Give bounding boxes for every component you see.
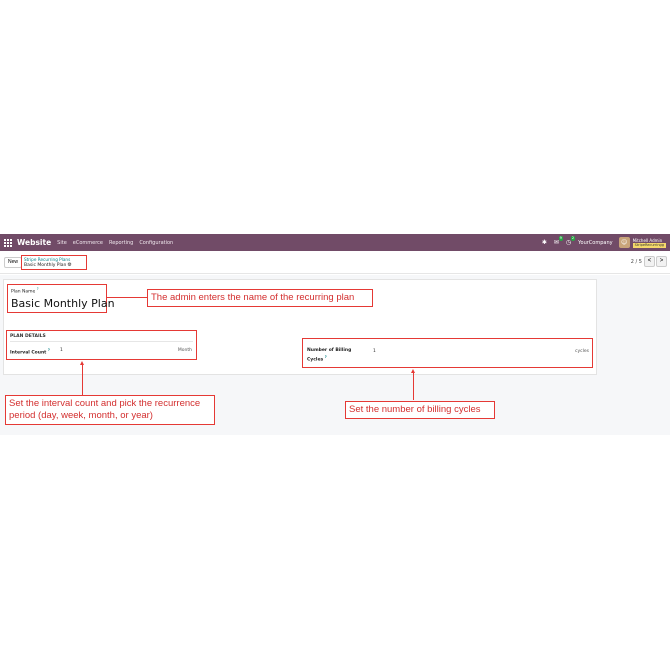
interval-count-input[interactable]: 1 <box>60 348 63 353</box>
arrow-up-icon <box>80 361 84 365</box>
interval-count-row: Interval Count ? 1 Month <box>10 348 193 358</box>
annotation-interval: Set the interval count and pick the recu… <box>5 395 215 425</box>
plan-name-input[interactable]: Basic Monthly Plan <box>11 297 115 310</box>
bug-icon[interactable]: ✱ <box>542 239 547 246</box>
app-brand[interactable]: Website <box>17 238 51 247</box>
user-avatar[interactable]: ☺ <box>618 237 630 248</box>
user-menu[interactable]: Mitchell Admin StripeRecurringg <box>632 238 666 248</box>
billing-cycles-field: Number of Billing Cycles ? 1 cycles <box>302 338 593 368</box>
company-switcher[interactable]: YourCompany <box>578 240 612 246</box>
gear-icon[interactable]: ⚙ <box>67 262 71 268</box>
interval-unit-select[interactable]: Month <box>178 348 192 353</box>
billing-cycles-input[interactable]: 1 <box>373 349 376 354</box>
plan-name-label-text: Plan Name <box>11 289 36 295</box>
menu-item-reporting[interactable]: Reporting <box>109 240 133 246</box>
plan-name-field: Plan Name ? Basic Monthly Plan <box>7 284 115 313</box>
pager-next-button[interactable]: > <box>656 256 667 267</box>
breadcrumb: Stripe Recurring Plans Basic Monthly Pla… <box>21 255 87 270</box>
help-marker[interactable]: ? <box>325 355 327 359</box>
chat-badge: 9 <box>558 236 563 241</box>
breadcrumb-current: Basic Monthly Plan⚙ <box>24 262 84 269</box>
plan-name-label: Plan Name ? <box>11 287 103 295</box>
billing-cycles-unit: cycles <box>575 349 589 354</box>
top-navbar: Website Site eCommerce Reporting Configu… <box>0 234 670 251</box>
apps-grid-icon[interactable] <box>4 238 12 247</box>
annotation-connector <box>413 372 414 400</box>
screenshot-stage: Website Site eCommerce Reporting Configu… <box>0 0 670 670</box>
menu-item-configuration[interactable]: Configuration <box>139 240 173 246</box>
menu-item-ecommerce[interactable]: eCommerce <box>73 240 103 246</box>
plan-details-section: PLAN DETAILS Interval Count ? 1 Month <box>6 330 197 360</box>
chat-icon[interactable]: ✉ 9 <box>554 236 563 246</box>
arrow-up-icon <box>411 369 415 373</box>
annotation-connector <box>82 364 83 395</box>
menu-item-site[interactable]: Site <box>57 240 67 246</box>
help-marker[interactable]: ? <box>37 287 39 291</box>
annotation-connector <box>107 297 147 298</box>
breadcrumb-current-label: Basic Monthly Plan <box>24 263 67 268</box>
annotation-cycles: Set the number of billing cycles <box>345 401 495 419</box>
database-name: StripeRecurringg <box>632 242 666 248</box>
pager-value[interactable]: 2 / 5 <box>631 259 642 265</box>
interval-count-label-text: Interval Count <box>10 350 47 356</box>
control-panel: New Stripe Recurring Plans Basic Monthly… <box>0 251 670 274</box>
activity-badge: 2 <box>570 236 576 241</box>
interval-count-label: Interval Count ? <box>10 348 50 356</box>
billing-cycles-label-text: Number of Billing Cycles <box>307 348 352 363</box>
section-title: PLAN DETAILS <box>10 334 193 342</box>
pager-previous-button[interactable]: < <box>644 256 655 267</box>
new-button[interactable]: New <box>4 257 23 268</box>
billing-cycles-label: Number of Billing Cycles ? <box>307 348 357 364</box>
activity-icon[interactable]: ◷ 2 <box>566 236 576 246</box>
annotation-plan-name: The admin enters the name of the recurri… <box>147 289 373 307</box>
navbar-systray: ✱ ✉ 9 ◷ 2 YourCompany ☺ Mitchell Admin Str… <box>542 234 670 251</box>
help-marker[interactable]: ? <box>48 348 50 352</box>
